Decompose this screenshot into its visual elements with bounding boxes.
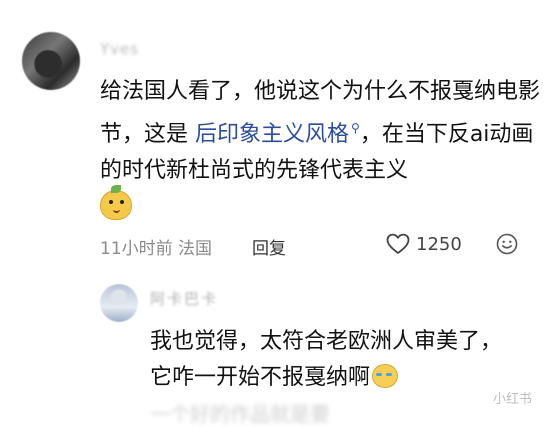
search-link[interactable]: 后印象主义风格 xyxy=(195,122,349,147)
heart-icon xyxy=(386,233,410,254)
comment-location: 法国 xyxy=(178,239,213,259)
reply-text: 我也觉得，太符合老欧洲人审美了， 它咋一开始不报戛纳啊 xyxy=(150,324,530,396)
emoji-sticker xyxy=(100,190,132,220)
comment-time: 11小时前 xyxy=(100,239,173,259)
crying-emoji-icon xyxy=(372,364,399,388)
emoji-leaf xyxy=(111,185,121,193)
reply-text-line2: 它咋一开始不报戛纳啊 xyxy=(150,365,371,390)
reply-text-line2-wrap: 它咋一开始不报戛纳啊 xyxy=(150,360,530,396)
reply-username[interactable]: 阿卡巴卡 xyxy=(150,288,218,309)
reply-avatar[interactable] xyxy=(100,284,138,322)
search-icon[interactable]: ⚲ xyxy=(351,121,360,135)
next-comment-preview: 一个好的作品就是要 xyxy=(150,402,330,426)
comment-avatar[interactable] xyxy=(22,32,80,90)
reply-button[interactable]: 回复 xyxy=(252,234,286,259)
like-button[interactable]: 1250 xyxy=(386,233,462,255)
reply-text-line1: 我也觉得，太符合老欧洲人审美了， xyxy=(150,329,503,354)
smile-icon[interactable] xyxy=(496,233,518,255)
like-count: 1250 xyxy=(416,233,462,255)
comment-meta: 11小时前 法国 xyxy=(100,234,212,259)
watermark: 小红书 xyxy=(492,392,532,407)
comment-username[interactable]: Yves xyxy=(100,40,139,58)
comment-text: 给法国人看了，他说这个为什么不报戛纳电影节，这是 后印象主义风格 ⚲，在当下反ai… xyxy=(100,74,540,189)
